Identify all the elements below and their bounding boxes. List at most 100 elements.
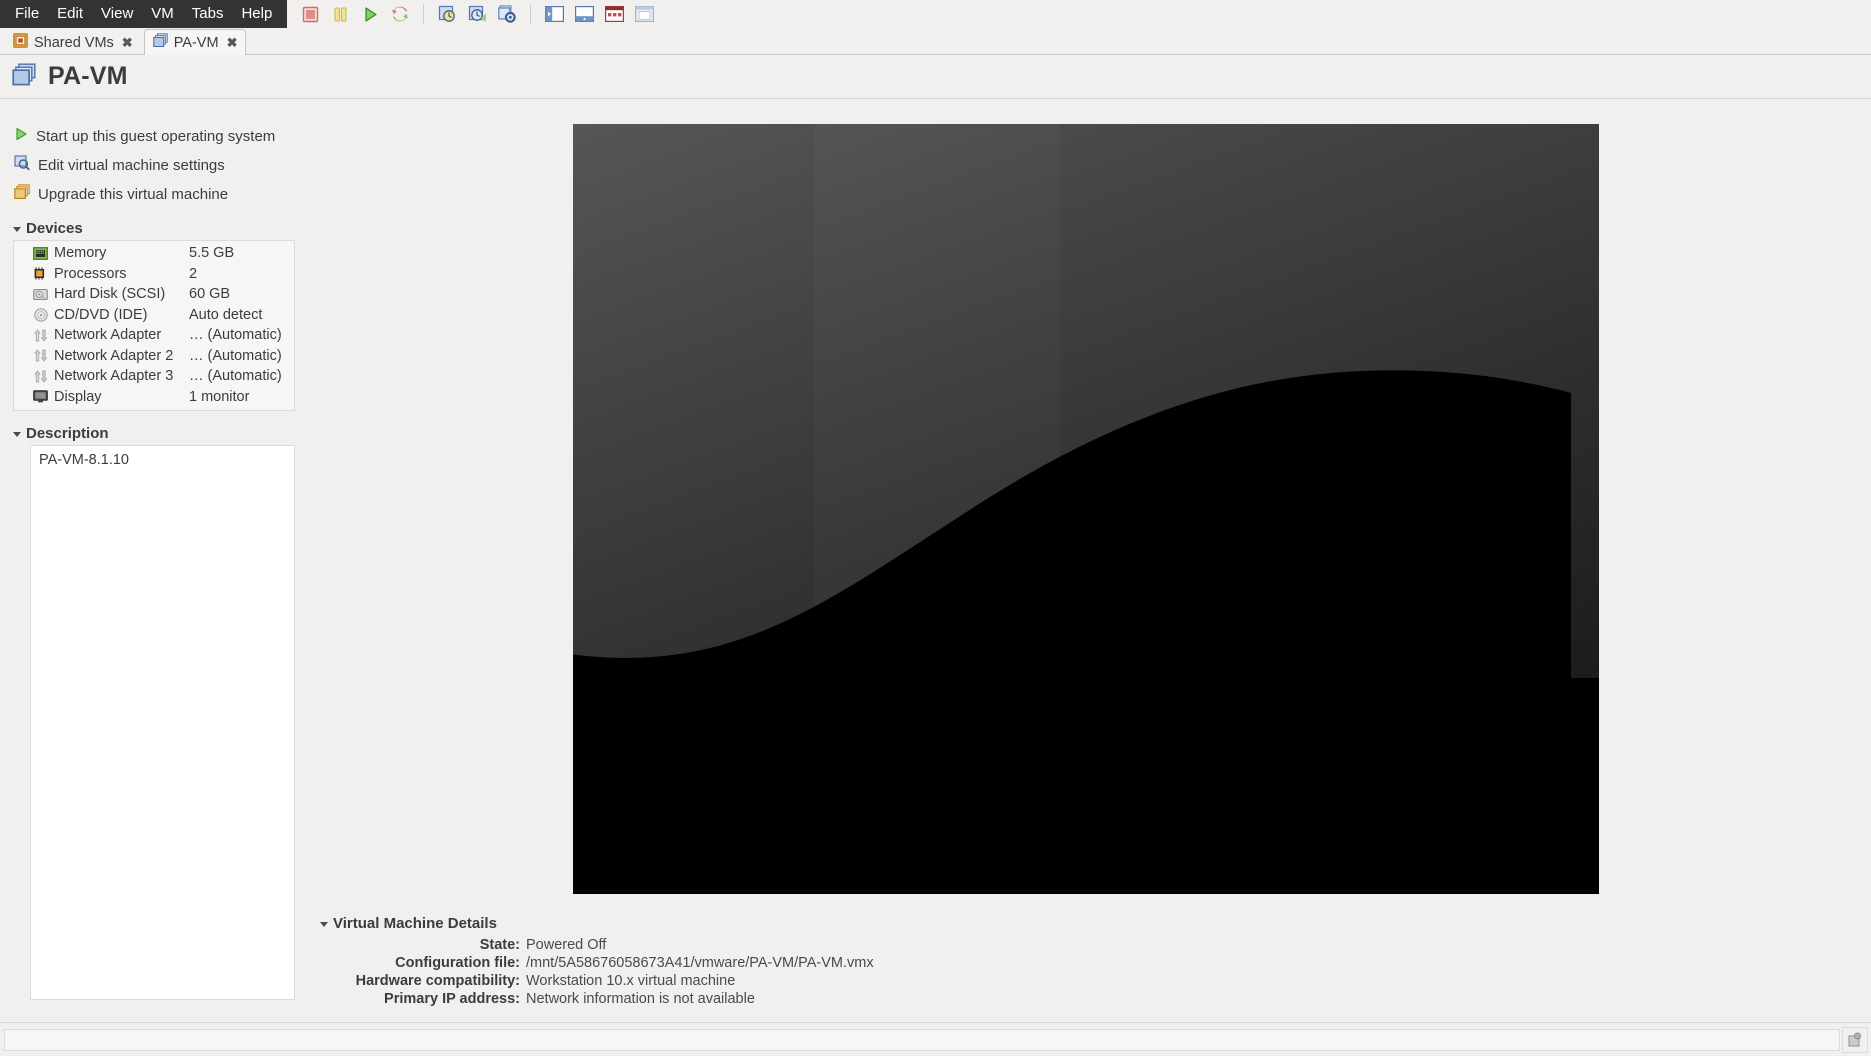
description-section-header[interactable]: Description (0, 425, 300, 442)
description-textarea[interactable]: PA-VM-8.1.10 (30, 445, 295, 1000)
devices-section-label: Devices (26, 220, 83, 237)
menu-vm[interactable]: VM (142, 0, 183, 28)
close-icon[interactable]: ✖ (122, 35, 133, 51)
detail-label: Primary IP address: (320, 991, 526, 1007)
device-row-network-adapter-2[interactable]: Network Adapter 2 … (Automatic) (14, 346, 294, 367)
detail-value: Powered Off (526, 937, 606, 953)
vm-details-section-label: Virtual Machine Details (333, 915, 497, 932)
action-edit-vm-settings[interactable]: Edit virtual machine settings (14, 153, 300, 177)
wallpaper-curve (573, 355, 1571, 894)
tab-bar: Shared VMs ✖ PA-VM ✖ (0, 28, 1871, 55)
device-row-cd-dvd[interactable]: CD/DVD (IDE) Auto detect (14, 305, 294, 326)
detail-row-primary-ip-address: Primary IP address: Network information … (320, 990, 874, 1008)
detail-label: Hardware compatibility: (320, 973, 526, 989)
vm-preview[interactable] (573, 124, 1599, 894)
device-row-hard-disk[interactable]: Hard Disk (SCSI) 60 GB (14, 284, 294, 305)
device-value: 5.5 GB (189, 245, 234, 261)
status-message (4, 1029, 1840, 1051)
device-name: Display (54, 389, 189, 405)
device-name: Memory (54, 245, 189, 261)
settings-icon (14, 155, 30, 175)
action-upgrade-vm[interactable]: Upgrade this virtual machine (14, 182, 300, 206)
device-row-memory[interactable]: Memory 5.5 GB (14, 243, 294, 264)
menu-items-group: File Edit View VM Tabs Help (0, 0, 287, 28)
device-row-processors[interactable]: Processors 2 (14, 264, 294, 285)
tab-pa-vm-label: PA-VM (174, 35, 219, 51)
close-icon[interactable]: ✖ (227, 35, 238, 51)
detail-row-configuration-file: Configuration file: /mnt/5A58676058673A4… (320, 954, 874, 972)
device-value: Auto detect (189, 307, 262, 323)
menu-file[interactable]: File (6, 0, 48, 28)
snapshot-revert-icon[interactable] (464, 2, 490, 26)
detail-value: Network information is not available (526, 991, 755, 1007)
menu-tabs[interactable]: Tabs (183, 0, 233, 28)
detail-value: Workstation 10.x virtual machine (526, 973, 735, 989)
devices-section-header[interactable]: Devices (0, 220, 300, 237)
detail-value: /mnt/5A58676058673A41/vmware/PA-VM/PA-VM… (526, 955, 874, 971)
vm-details-section-header[interactable]: Virtual Machine Details (320, 915, 874, 932)
action-edit-vm-settings-label: Edit virtual machine settings (38, 157, 225, 174)
device-row-display[interactable]: Display 1 monitor (14, 387, 294, 408)
device-value: … (Automatic) (189, 348, 282, 364)
detail-row-hardware-compatibility: Hardware compatibility: Workstation 10.x… (320, 972, 874, 990)
display-icon (32, 389, 49, 404)
network-icon (32, 369, 49, 384)
device-value: 2 (189, 266, 197, 282)
toolbar-separator-1 (423, 4, 424, 24)
show-thumbnails-icon[interactable] (571, 2, 597, 26)
vm-icon (12, 63, 36, 91)
resize-grip-icon[interactable] (1842, 1027, 1868, 1053)
fullscreen-icon[interactable] (601, 2, 627, 26)
device-name: Network Adapter (54, 327, 189, 343)
menu-help[interactable]: Help (232, 0, 281, 28)
menu-edit[interactable]: Edit (48, 0, 92, 28)
device-name: Processors (54, 266, 189, 282)
vm-icon (153, 33, 168, 52)
suspend-icon[interactable] (327, 2, 353, 26)
menu-bar: File Edit View VM Tabs Help (0, 0, 1871, 28)
snapshot-take-icon[interactable] (434, 2, 460, 26)
device-row-network-adapter-1[interactable]: Network Adapter … (Automatic) (14, 325, 294, 346)
vm-actions-list: Start up this guest operating system Edi… (0, 100, 300, 206)
tab-shared-vms-label: Shared VMs (34, 35, 114, 51)
snapshot-manager-icon[interactable] (494, 2, 520, 26)
tab-shared-vms[interactable]: Shared VMs ✖ (4, 29, 142, 55)
unity-icon[interactable] (631, 2, 657, 26)
upgrade-icon (14, 184, 30, 204)
content-area: Start up this guest operating system Edi… (0, 100, 1871, 1022)
action-upgrade-vm-label: Upgrade this virtual machine (38, 186, 228, 203)
device-value: 60 GB (189, 286, 230, 302)
detail-label: Configuration file: (320, 955, 526, 971)
main-toolbar (287, 0, 1871, 28)
vm-header: PA-VM (0, 55, 1871, 99)
reset-icon[interactable] (387, 2, 413, 26)
description-section-label: Description (26, 425, 109, 442)
device-name: Network Adapter 3 (54, 368, 189, 384)
sidebar: Start up this guest operating system Edi… (0, 100, 300, 1022)
cddvd-icon (32, 307, 49, 322)
devices-list: Memory 5.5 GB Processors 2 Hard Disk (SC… (13, 240, 295, 411)
power-off-icon[interactable] (297, 2, 323, 26)
show-sidebar-icon[interactable] (541, 2, 567, 26)
chevron-down-icon (13, 227, 21, 232)
action-start-guest-os[interactable]: Start up this guest operating system (14, 124, 300, 148)
memory-icon (32, 246, 49, 261)
shared-vms-icon (13, 33, 28, 52)
tab-pa-vm[interactable]: PA-VM ✖ (144, 29, 247, 55)
device-row-network-adapter-3[interactable]: Network Adapter 3 … (Automatic) (14, 366, 294, 387)
power-on-icon[interactable] (357, 2, 383, 26)
page-title: PA-VM (48, 62, 128, 91)
action-start-guest-os-label: Start up this guest operating system (36, 128, 275, 145)
device-name: CD/DVD (IDE) (54, 307, 189, 323)
vm-details-panel: Virtual Machine Details State: Powered O… (320, 915, 874, 1008)
device-value: … (Automatic) (189, 368, 282, 384)
status-bar (0, 1022, 1871, 1056)
chevron-down-icon (13, 432, 21, 437)
network-icon (32, 348, 49, 363)
network-icon (32, 328, 49, 343)
harddisk-icon (32, 287, 49, 302)
device-name: Hard Disk (SCSI) (54, 286, 189, 302)
menu-view[interactable]: View (92, 0, 142, 28)
vm-screen-thumbnail[interactable] (573, 124, 1599, 894)
cpu-icon (32, 266, 49, 281)
